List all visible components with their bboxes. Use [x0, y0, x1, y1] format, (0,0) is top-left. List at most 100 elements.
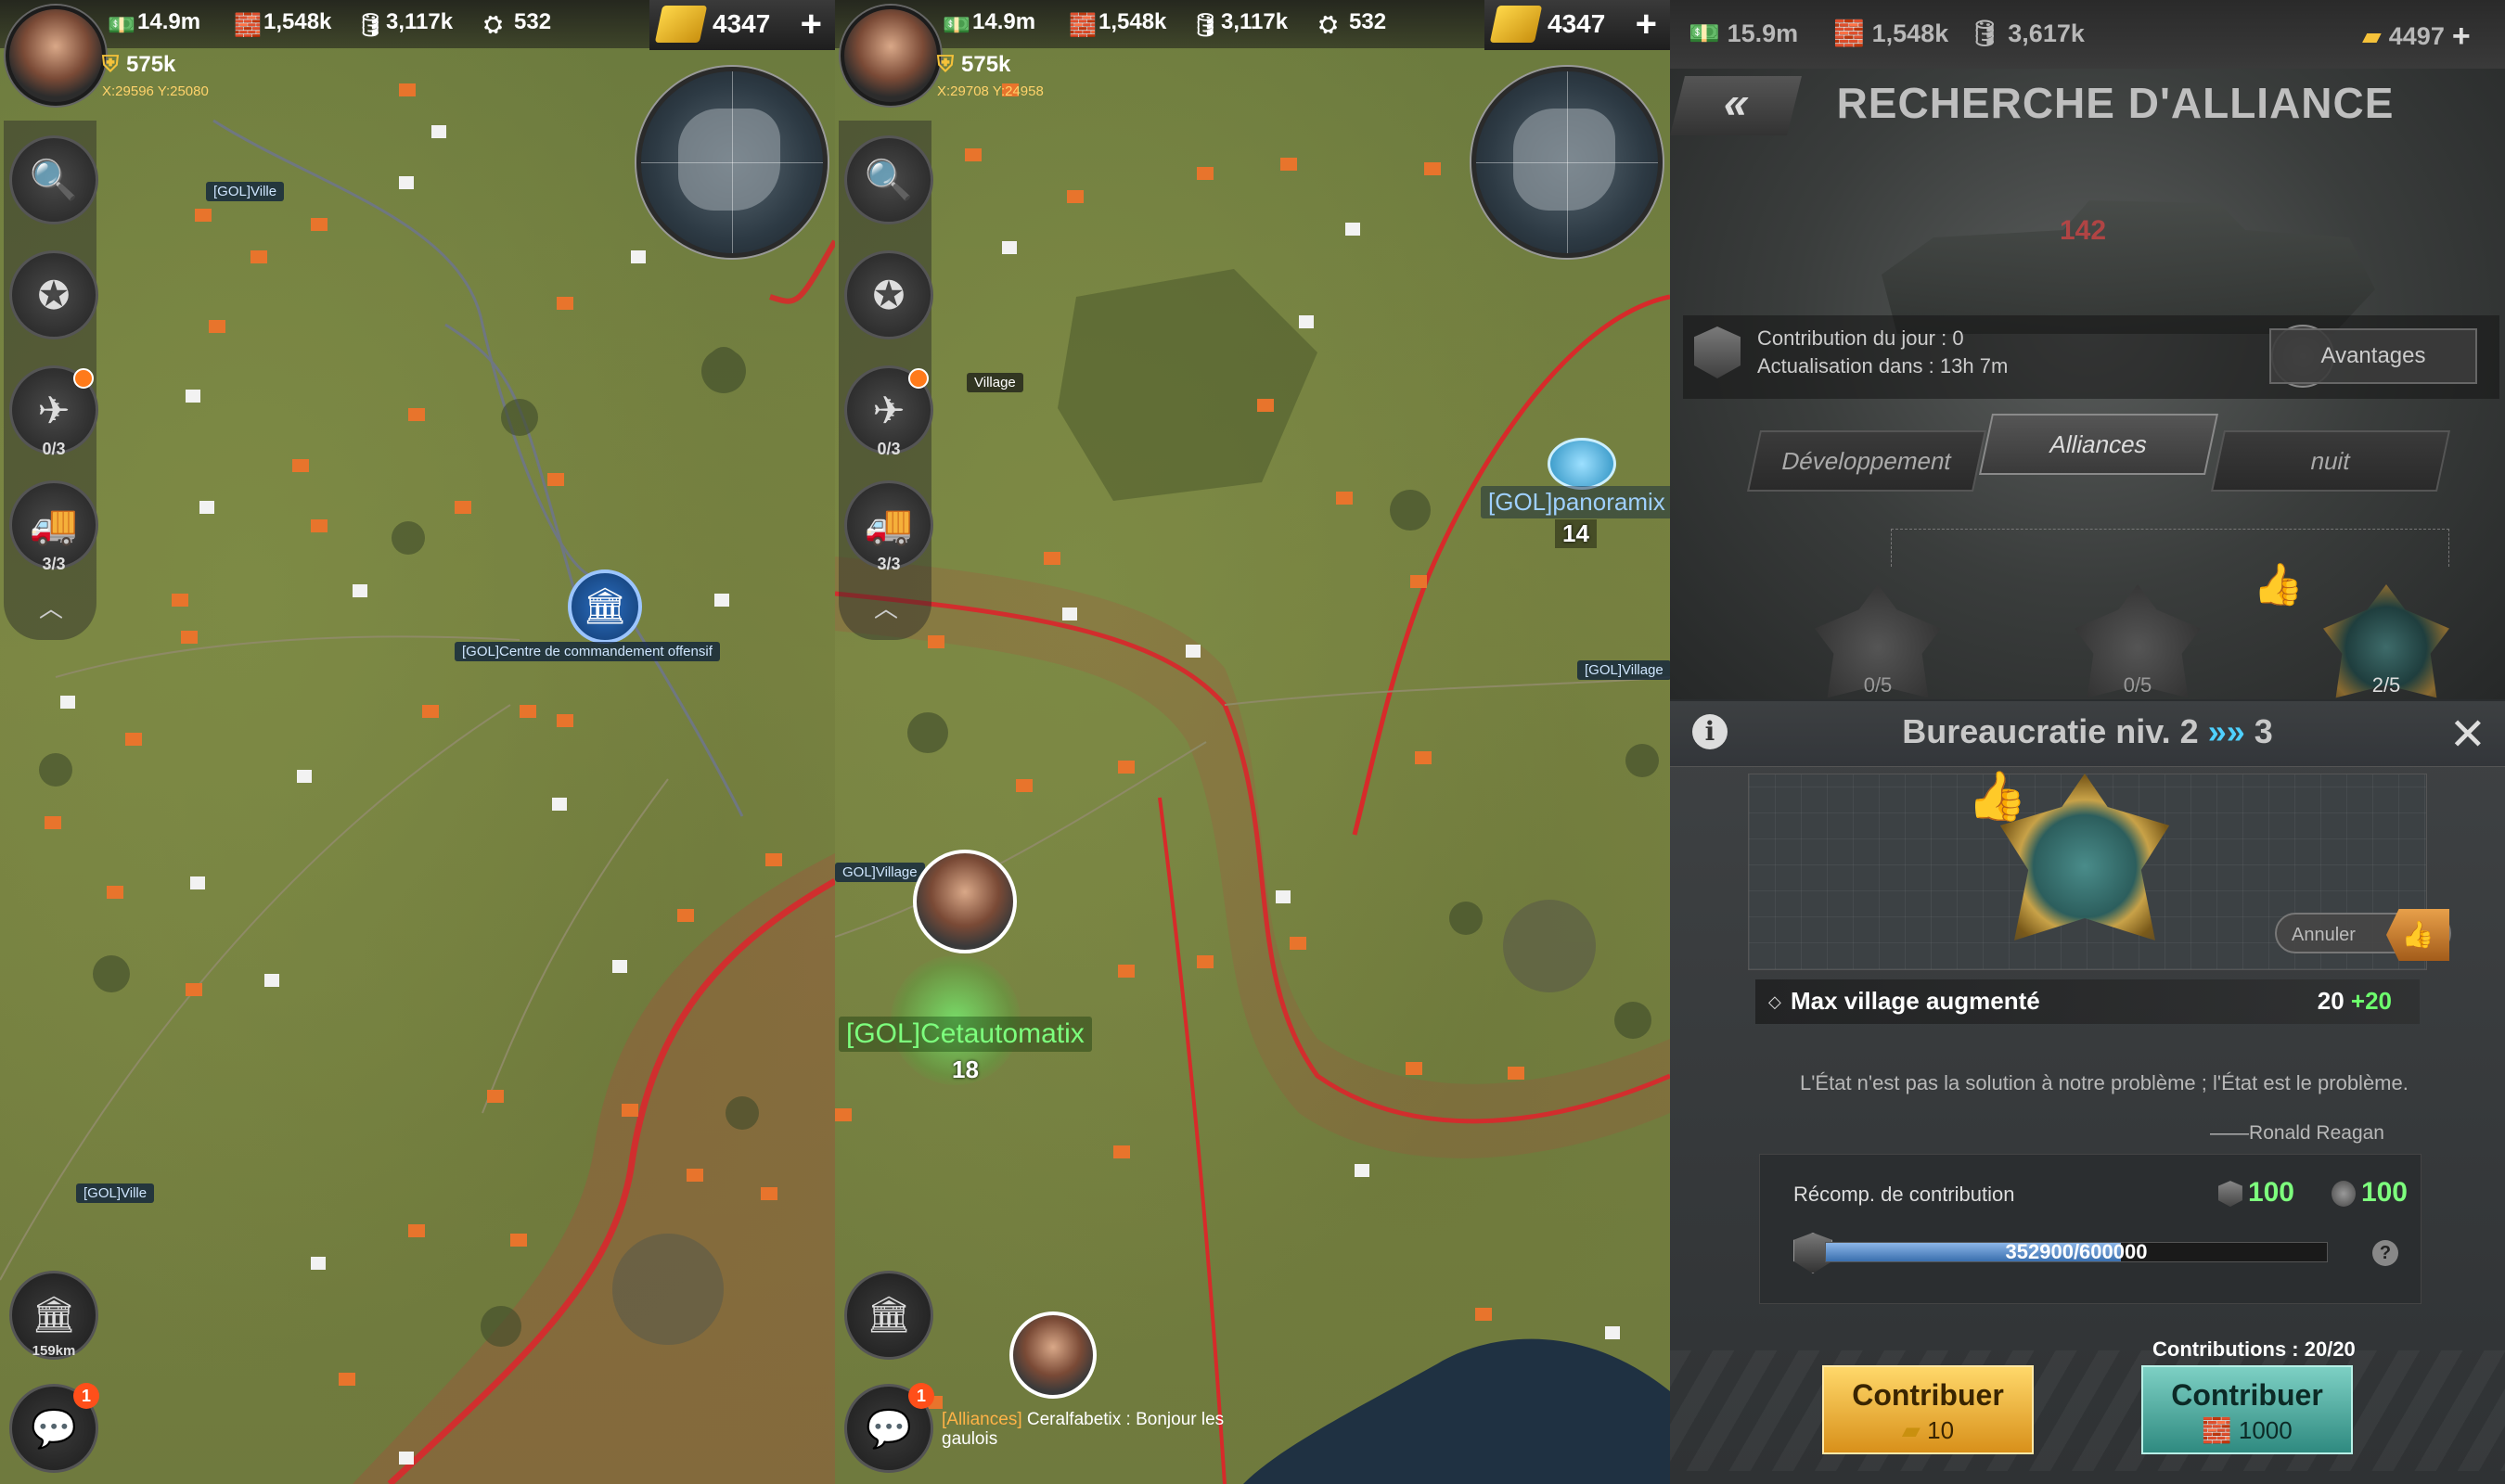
airforce-button[interactable]: ✈ 0/3: [9, 365, 98, 458]
add-gold-button[interactable]: +: [1636, 4, 1657, 45]
help-icon[interactable]: ?: [2372, 1240, 2398, 1266]
search-icon: 🔍: [29, 157, 79, 201]
minimap[interactable]: [1471, 67, 1663, 258]
search-button[interactable]: 🔍: [844, 135, 933, 224]
rubber-icon: ⛭: [484, 12, 503, 37]
tab-developpement[interactable]: Développement: [1746, 430, 1987, 492]
resource-gold[interactable]: ▰ 4497 +: [2362, 19, 2471, 55]
resource-cash[interactable]: 💵 15.9m: [1689, 19, 1798, 48]
close-icon[interactable]: ✕: [2449, 709, 2486, 761]
title-bar: « RECHERCHE D'ALLIANCE: [1670, 69, 2505, 143]
add-gold-button[interactable]: +: [2452, 19, 2471, 55]
gold-counter[interactable]: 4347 +: [1484, 0, 1670, 50]
research-node-2-progress: 0/5: [2123, 673, 2152, 697]
map-label-village[interactable]: Village: [967, 373, 1023, 392]
convoy-button[interactable]: 🚚 3/3: [9, 480, 98, 573]
power-shield-icon: ⛨: [937, 52, 954, 77]
notification-dot: [73, 368, 94, 389]
cash-icon: 💵: [943, 13, 970, 38]
map-label-village-3[interactable]: GOL]Village: [835, 863, 925, 882]
collapse-rail-button[interactable]: ︿: [861, 590, 911, 622]
alliance-star-icon: [2217, 1181, 2242, 1208]
info-icon[interactable]: i: [1692, 714, 1728, 749]
resource-oil[interactable]: 🛢 3,617k: [1969, 19, 2085, 48]
panoramix-base-icon[interactable]: [1548, 438, 1616, 490]
map-label-village-2[interactable]: [GOL]Village: [1577, 660, 1670, 680]
contribute-gold-button[interactable]: Contribuer ▰ 10: [1822, 1365, 2034, 1454]
tree-connector: [1891, 529, 2449, 567]
rank-button[interactable]: ✪: [844, 250, 933, 339]
map-label-ville[interactable]: [GOL]Ville: [206, 182, 285, 201]
coordinates[interactable]: X:29708 Y:24958: [937, 83, 1044, 99]
research-progress-bar: 352900/600000: [1825, 1240, 2328, 1263]
tab-nuit[interactable]: nuit: [2210, 430, 2451, 492]
gold-bar-icon: [654, 6, 708, 43]
map-label-player[interactable]: [GOL]Cetautomatix: [839, 1017, 1092, 1052]
research-node-1-progress: 0/5: [1863, 673, 1893, 697]
tank-number: 142: [2060, 215, 2107, 246]
resource-rubber[interactable]: ⛭ 532: [484, 9, 551, 37]
chat-button[interactable]: 💬 1: [9, 1383, 99, 1473]
gold-value: 4347: [713, 9, 771, 38]
gold-cost: ▰ 10: [1901, 1416, 1955, 1444]
double-chevron-left-icon: «: [1717, 79, 1755, 128]
steel-icon: 🧱: [2202, 1416, 2232, 1444]
airplane-icon: ✈: [37, 388, 71, 432]
resource-oil[interactable]: 🛢 3,117k: [356, 9, 453, 38]
rank-icon: ✪: [37, 273, 71, 317]
resource-cash[interactable]: 💵 14.9m: [108, 9, 200, 38]
chat-button[interactable]: 💬 1: [844, 1383, 934, 1473]
resource-oil[interactable]: 🛢 3,117k: [1191, 9, 1288, 38]
resource-cash[interactable]: 💵 14.9m: [943, 9, 1035, 38]
map-label-panoramix[interactable]: [GOL]panoramix: [1481, 486, 1670, 518]
popup-header: i Bureaucratie niv. 2 »» 3 ✕: [1670, 701, 2505, 767]
chat-channel: [Alliances]: [942, 1410, 1022, 1429]
map-label-ville-2[interactable]: [GOL]Ville: [76, 1183, 155, 1203]
player-hero-portrait[interactable]: [913, 850, 1017, 953]
truck-icon: 🚚: [29, 502, 79, 546]
player-avatar[interactable]: [841, 6, 941, 106]
quote-author: ——Ronald Reagan: [2210, 1122, 2384, 1144]
popup-title: Bureaucratie niv. 2 »» 3: [1902, 712, 2273, 750]
notification-dot: [908, 368, 929, 389]
effect-label: Max village augmenté: [1791, 987, 2040, 1015]
resource-steel[interactable]: 🧱 1,548k: [1069, 9, 1166, 38]
oil-icon: 🛢: [1969, 19, 2001, 47]
contribute-steel-button[interactable]: Contribuer 🧱 1000: [2141, 1365, 2353, 1454]
gold-bar-icon: [1489, 6, 1543, 43]
return-city-button[interactable]: 🏛: [844, 1271, 933, 1360]
command-center-icon[interactable]: 🏛: [568, 569, 642, 644]
research-popup: i Bureaucratie niv. 2 »» 3 ✕ 👍 Annuler 👍…: [1670, 701, 2505, 1484]
map-label-command-center[interactable]: [GOL]Centre de commandement offensif: [455, 642, 720, 661]
player-avatar[interactable]: [6, 6, 106, 106]
refresh-timer: Actualisation dans : 13h 7m: [1757, 354, 2009, 377]
return-city-button[interactable]: 🏛 159km: [9, 1271, 98, 1360]
city-icon: 🏛: [31, 1296, 77, 1335]
resource-steel[interactable]: 🧱 1,548k: [234, 9, 331, 38]
airforce-button[interactable]: ✈ 0/3: [844, 365, 933, 458]
thumbs-up-icon: 👍: [2253, 562, 2304, 608]
world-map-panel-left: [GOL]Ville 🏛 [GOL]Centre de commandement…: [0, 0, 835, 1484]
convoy-button[interactable]: 🚚 3/3: [844, 480, 933, 573]
gold-counter[interactable]: 4347 +: [649, 0, 835, 50]
add-gold-button[interactable]: +: [801, 4, 822, 45]
advantages-button[interactable]: Avantages: [2269, 328, 2477, 384]
gold-icon: ▰: [1901, 1416, 1920, 1444]
collapse-rail-button[interactable]: ︿: [26, 590, 76, 622]
cash-icon: 💵: [108, 13, 135, 38]
rank-button[interactable]: ✪: [9, 250, 98, 339]
coordinates[interactable]: X:29596 Y:25080: [102, 83, 209, 99]
honor-coin-icon: [2331, 1181, 2356, 1208]
panoramix-level: 14: [1555, 519, 1597, 548]
airplane-icon: ✈: [872, 388, 906, 432]
marching-hero-portrait[interactable]: [1009, 1311, 1097, 1399]
resource-steel[interactable]: 🧱 1,548k: [1833, 19, 1948, 48]
tab-alliances[interactable]: Alliances: [1978, 414, 2219, 475]
resource-rubber[interactable]: ⛭ 532: [1319, 9, 1386, 37]
search-button[interactable]: 🔍: [9, 135, 98, 224]
chat-preview[interactable]: [Alliances] Ceralfabetix : Bonjour les g…: [942, 1410, 1239, 1449]
effect-row: ◇ Max village augmenté 20 +20: [1755, 979, 2420, 1024]
minimap[interactable]: [636, 67, 828, 258]
cancel-recommend-button[interactable]: Annuler 👍: [2275, 909, 2451, 961]
back-button[interactable]: «: [1670, 76, 1802, 135]
